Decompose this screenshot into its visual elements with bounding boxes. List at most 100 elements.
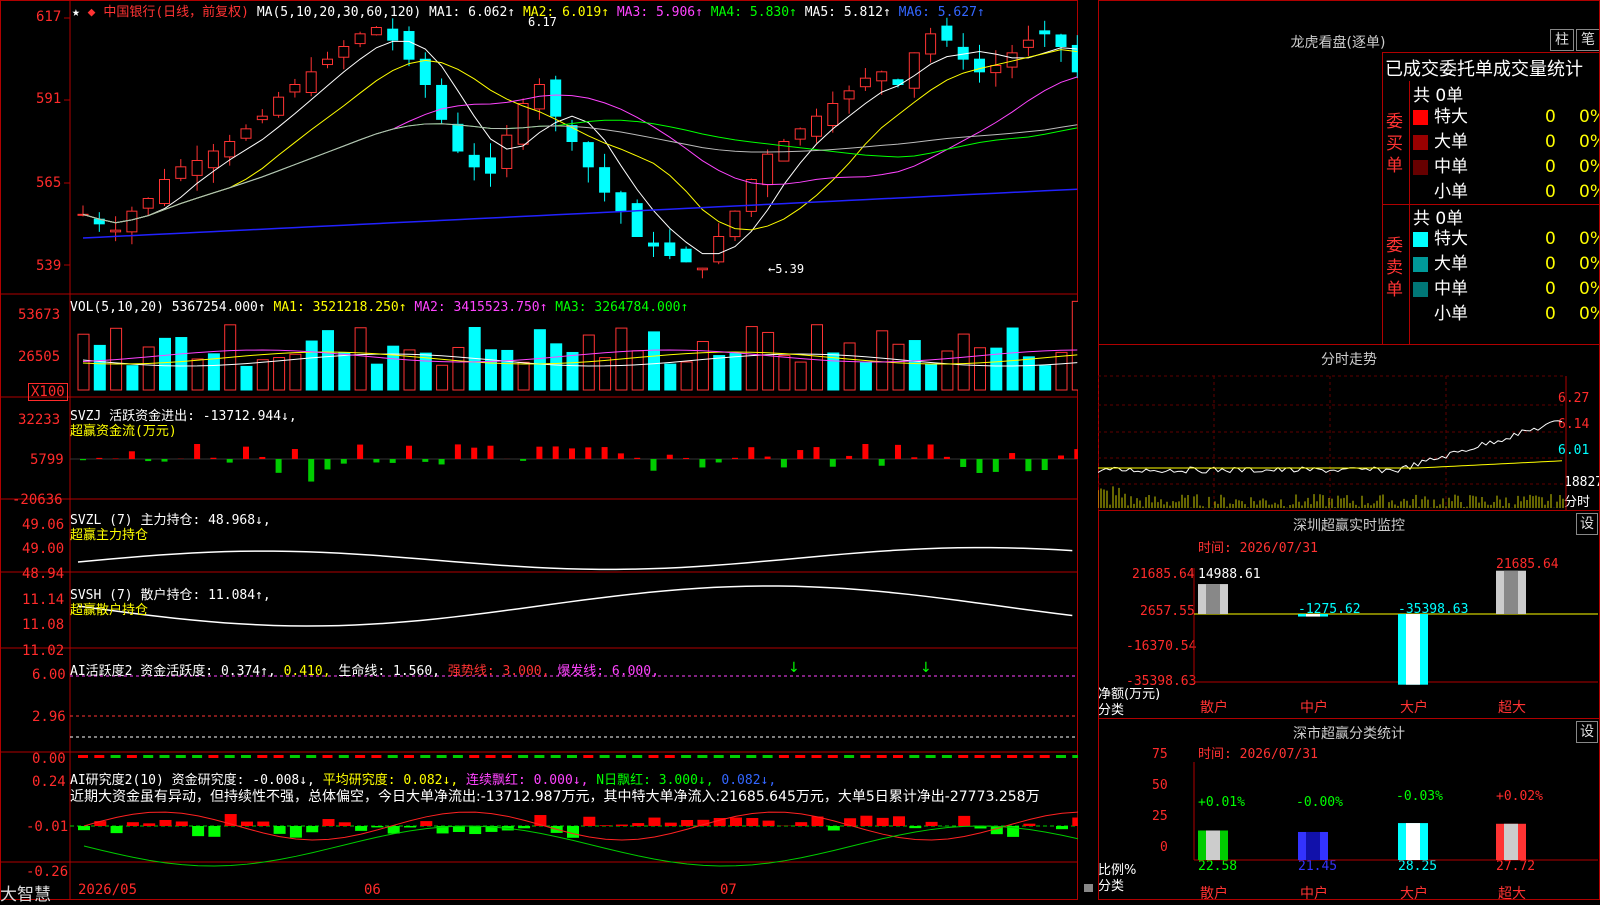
price-axis-label: 617	[36, 9, 61, 25]
volume-bar	[453, 347, 464, 390]
candle	[143, 199, 153, 209]
monitor-value-label: 14988.61	[1198, 567, 1261, 582]
volume-bar	[192, 359, 203, 390]
volume-bar	[388, 346, 399, 390]
monitor-settings-button[interactable]: 设	[1576, 513, 1598, 535]
research-bar	[176, 821, 188, 826]
research-bar	[371, 826, 383, 827]
lock-icon[interactable]	[1084, 884, 1093, 892]
research-bar	[909, 826, 921, 828]
activity-bar	[746, 755, 756, 758]
volume-bar	[502, 350, 513, 390]
ai1-axis-label: 6.00	[32, 667, 66, 683]
candle	[355, 34, 365, 44]
research-bar	[339, 822, 351, 826]
intraday-title: 分时走势	[1098, 349, 1600, 369]
candle	[926, 34, 936, 54]
volume-bar	[274, 358, 285, 390]
volume-bar	[975, 348, 986, 390]
research-bar	[404, 826, 416, 827]
sell-row: 小单00%	[1413, 302, 1600, 326]
candle	[371, 28, 381, 35]
candle	[860, 78, 870, 87]
volume-bar	[583, 335, 594, 390]
ai1-lifeline: 生命线: 1.560,	[338, 664, 440, 679]
research-bar	[746, 818, 758, 826]
fund-flow-bar	[325, 459, 331, 469]
row-value: 0	[1545, 302, 1556, 326]
activity-bar	[355, 755, 365, 758]
candle	[502, 135, 512, 168]
intraday-panel[interactable]: 分时走势 6.27 6.14 6.01 18827 分时	[1098, 344, 1600, 511]
activity-bar	[877, 755, 887, 758]
row-value: 0	[1545, 227, 1556, 251]
research-bar	[828, 826, 840, 830]
activity-bar	[78, 755, 88, 758]
intraday-axis-label: 6.27	[1558, 391, 1589, 406]
volume-bar	[306, 341, 317, 390]
classify-settings-button[interactable]: 设	[1576, 721, 1598, 743]
candle	[632, 204, 642, 237]
fund-flow-bar	[439, 459, 445, 464]
color-swatch	[1413, 307, 1428, 322]
volume-bar	[1056, 352, 1067, 390]
candle	[551, 80, 561, 116]
volume-bar	[257, 360, 268, 390]
volume-bar	[600, 358, 611, 390]
date-axis-label: 2026/05	[78, 882, 137, 898]
volume-bar	[730, 354, 741, 390]
monitor-value-label: 21685.64	[1496, 557, 1559, 572]
bar-mode-button[interactable]: 柱	[1550, 29, 1574, 51]
candle	[274, 97, 284, 115]
volume-bar	[176, 338, 187, 390]
kline-chart-area[interactable]: ↓↓	[0, 0, 1078, 900]
activity-bar	[371, 755, 381, 758]
candle	[681, 249, 691, 262]
ai1-avg: 0.410,	[284, 664, 331, 679]
volume-bar	[893, 344, 904, 390]
classify-axis-label: 25	[1152, 809, 1168, 824]
activity-bar	[893, 755, 903, 758]
buy-row: 特大00%	[1413, 105, 1600, 129]
dragon-tiger-panel: 龙虎看盘(逐单) 柱 笔 已成交委托单成交量统计 委买单 委卖单 共 0单 共 …	[1098, 0, 1600, 344]
research-bar	[420, 821, 432, 826]
buy-row: 中单00%	[1413, 155, 1600, 179]
star-icon[interactable]: ★	[72, 5, 80, 20]
fund-flow-bar	[162, 459, 168, 462]
classify-value: 27.72	[1496, 859, 1535, 874]
row-label: 中单	[1434, 279, 1468, 299]
intraday-vol: 18827	[1564, 475, 1600, 490]
sell-row: 中单00%	[1413, 277, 1600, 301]
activity-bar	[420, 755, 430, 758]
diamond-icon: ◆	[88, 5, 96, 20]
row-percent: 0%	[1579, 180, 1600, 204]
fund-flow-bar	[602, 447, 608, 459]
research-bar	[877, 818, 889, 826]
svzj-axis-label: -20636	[12, 492, 63, 508]
activity-bar	[909, 755, 919, 758]
fund-flow-bar	[1058, 456, 1064, 459]
volume-bar	[355, 328, 366, 390]
classify-change: +0.01%	[1198, 795, 1245, 810]
research-bar	[1023, 824, 1035, 826]
color-swatch	[1413, 110, 1428, 125]
volume-bar	[551, 344, 562, 390]
classify-axis-label: 50	[1152, 778, 1168, 793]
research-bar	[143, 823, 155, 826]
row-percent: 0%	[1579, 252, 1600, 276]
activity-bar	[486, 755, 496, 758]
price-axis-label: 539	[36, 258, 61, 274]
down-arrow-icon: ↓	[788, 660, 800, 676]
low-price-note: ←5.39	[768, 262, 804, 276]
volume-bar	[241, 366, 252, 390]
tick-mode-button[interactable]: 笔	[1576, 29, 1600, 51]
kline-mode: (日线，前复权)	[155, 5, 249, 20]
candle	[583, 143, 593, 167]
monitor-value-label: -35398.63	[1398, 602, 1468, 617]
svzl-axis-label: 49.00	[22, 541, 64, 557]
research-bar	[306, 826, 318, 832]
activity-bar	[942, 755, 952, 758]
activity-bar	[225, 755, 235, 758]
sell-row: 特大00%	[1413, 227, 1600, 251]
monitor-ylabel2: 分类	[1098, 699, 1124, 718]
